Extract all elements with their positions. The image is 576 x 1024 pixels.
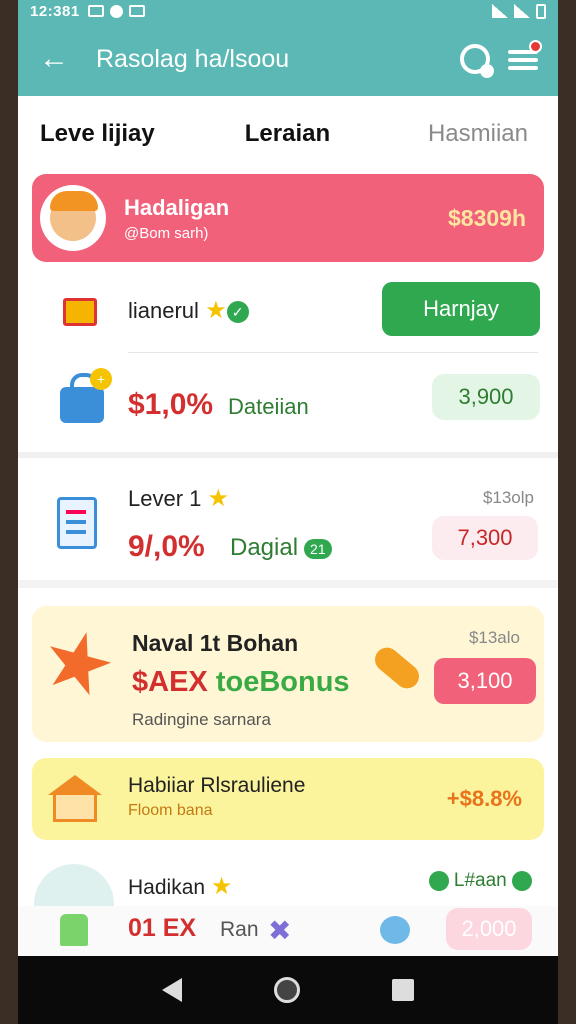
status-left-icons xyxy=(87,4,145,18)
sale-burst-icon xyxy=(40,626,116,702)
card-title-text: Lever 1 xyxy=(128,486,202,511)
card-title: Habiiar Rlsrauliene xyxy=(128,774,306,797)
star-icon: ★ xyxy=(210,873,233,900)
signal-icon xyxy=(514,4,530,18)
chair-icon xyxy=(60,914,88,946)
claim-button[interactable]: Harnjay xyxy=(382,282,540,336)
banner-name: Hadaligan xyxy=(124,194,230,220)
banner-amount: $8309h xyxy=(447,204,526,231)
hat-icon xyxy=(50,191,98,211)
banner-handle: @Bom sarh) xyxy=(124,224,209,242)
card-subtitle: Floom bana xyxy=(128,802,213,819)
card-title: Naval 1t Bohan xyxy=(132,630,299,656)
house-icon xyxy=(48,774,102,824)
card-subtitle: Radingine sarnara xyxy=(132,710,271,729)
lock-icon: + xyxy=(52,368,112,428)
bonus-card: Naval 1t Bohan $13alo $AEX toeBonus Radi… xyxy=(32,606,544,742)
wifi-icon xyxy=(492,4,508,18)
card-level-1: lianerul ★ ✓ Harnjay + $1,0% Dateiian 3,9… xyxy=(18,268,558,458)
battery-icon xyxy=(536,3,546,19)
shopping-bag-icon xyxy=(58,290,102,334)
tab-3[interactable]: Hasmiian xyxy=(428,120,528,148)
check-icon: ✓ xyxy=(226,301,249,324)
tools-icon: ✖ xyxy=(268,915,292,946)
nav-back-icon[interactable] xyxy=(162,978,182,1002)
status-time: 12:381 xyxy=(30,2,80,20)
app-bar: ← Rasolag ha/lsoou xyxy=(18,22,558,96)
bonus-prefix: $AEX xyxy=(132,666,216,698)
value-pill[interactable]: 7,300 xyxy=(432,516,538,560)
tag-badge: 21 xyxy=(304,538,332,559)
nav-recents-icon[interactable] xyxy=(392,979,414,1001)
card-amount: +$8.8% xyxy=(446,786,522,811)
small-amount: $13olp xyxy=(482,488,534,507)
card-link-text: L#aan xyxy=(453,870,507,891)
tab-2[interactable]: Leraian xyxy=(245,120,330,148)
small-amount: $13alo xyxy=(468,628,520,647)
banner-text: Hadaligan @Bom sarh) xyxy=(124,195,229,242)
profile-banner[interactable]: Hadaligan @Bom sarh) $8309h xyxy=(32,174,544,262)
percent-value: $1,0% xyxy=(128,388,214,421)
page-title: Rasolag ha/lsoou xyxy=(96,44,290,73)
card-title-text: lianerul xyxy=(128,298,199,323)
search-icon[interactable] xyxy=(460,44,494,78)
card-title: Hadikan ★ xyxy=(128,872,232,901)
house-card[interactable]: Habiiar Rlsrauliene Floom bana +$8.8% xyxy=(32,758,544,840)
notification-icon xyxy=(87,5,104,17)
back-arrow-icon[interactable]: ← xyxy=(26,31,82,87)
status-right-icons xyxy=(492,3,546,19)
coin-icon: + xyxy=(90,368,112,390)
bonus-button[interactable]: 3,100 xyxy=(434,658,536,704)
document-icon xyxy=(52,490,102,556)
star-icon: ★ xyxy=(207,485,230,512)
divider xyxy=(128,352,538,353)
card-title: Lever 1 ★ xyxy=(128,484,229,513)
value-pill[interactable]: 3,900 xyxy=(432,374,540,420)
bottom-label: Ran xyxy=(220,918,259,941)
percent-value: 9/,0% xyxy=(128,530,205,563)
card-link[interactable]: L#aan xyxy=(428,870,532,892)
system-nav-bar xyxy=(18,956,558,1024)
menu-icon[interactable] xyxy=(508,40,542,72)
status-bar: 12:381 xyxy=(18,0,558,22)
avatar xyxy=(40,185,106,251)
bottom-value-pill[interactable]: 2,000 xyxy=(446,908,532,950)
bottom-action-strip: 01 EX Ran ✖ 2,000 xyxy=(18,906,558,956)
camera-notification-icon xyxy=(128,5,145,17)
percent-label: Dateiian xyxy=(228,394,309,419)
card-title-text: Hadikan xyxy=(128,876,206,899)
check-icon xyxy=(428,870,449,891)
heart-icon[interactable] xyxy=(380,916,410,944)
card-title: lianerul ★ ✓ xyxy=(128,296,249,325)
candy-icon xyxy=(370,642,424,694)
notification-dot xyxy=(529,40,542,53)
nav-home-icon[interactable] xyxy=(274,977,300,1003)
star-icon: ★ xyxy=(205,297,227,324)
appbar-actions xyxy=(460,40,542,78)
edit-icon xyxy=(512,870,532,891)
percent-label: Dagial 21 xyxy=(230,534,332,562)
tab-bar: Leve lijiay Leraian Hasmiian xyxy=(18,96,558,172)
percent-label-text: Dagial xyxy=(230,534,299,561)
bonus-headline: $AEX toeBonus xyxy=(132,666,350,699)
card-level-2: Lever 1 ★ $13olp 9/,0% Dagial 21 7,300 xyxy=(18,466,558,588)
bonus-text: toeBonus xyxy=(215,666,350,698)
bottom-percent: 01 EX xyxy=(128,914,197,942)
tab-1[interactable]: Leve lijiay xyxy=(40,120,155,148)
app-notification-icon xyxy=(109,4,123,18)
phone-screen: 12:381 ← Rasolag ha/lsoou Leve lijiay Le… xyxy=(18,0,558,1024)
